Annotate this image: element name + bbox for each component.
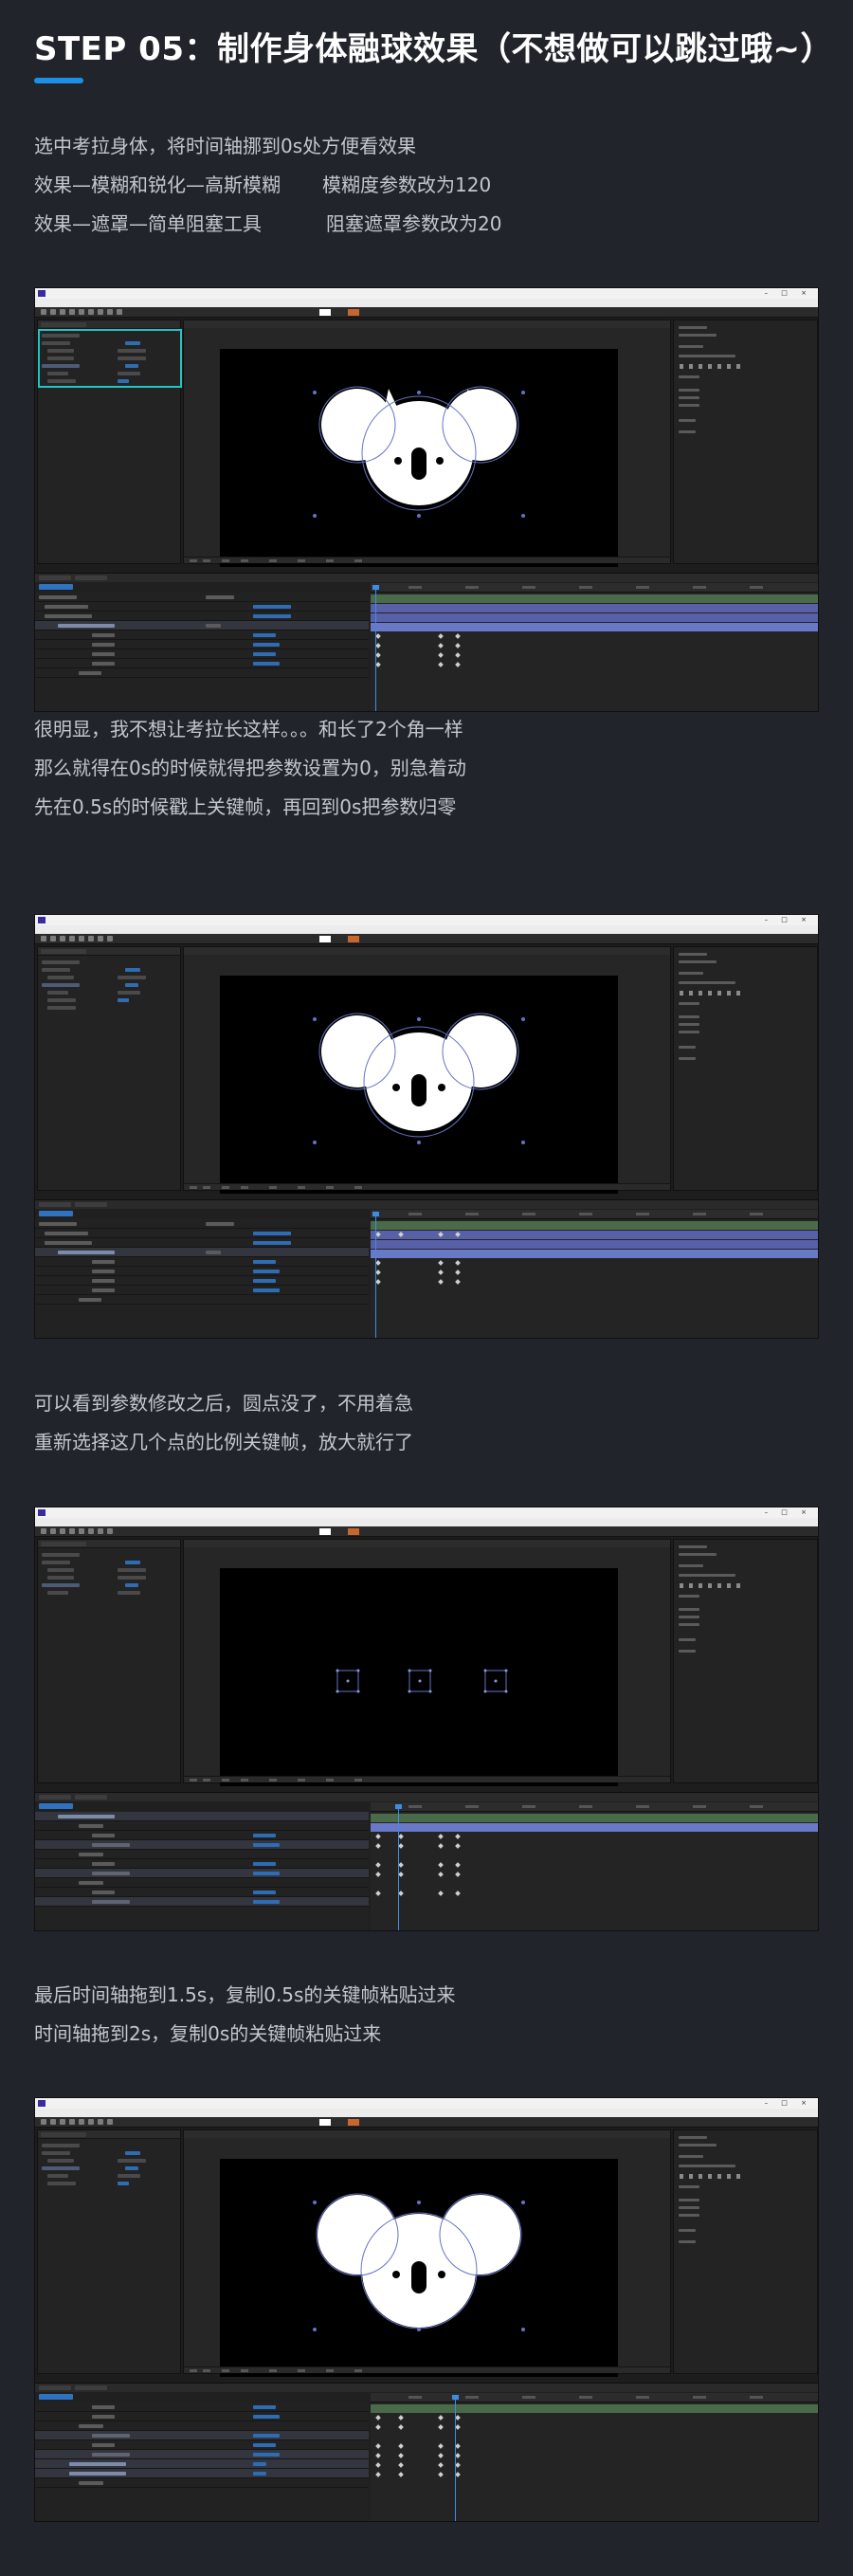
after-effects-icon <box>38 290 45 297</box>
window-controls-icon: – □ × <box>764 2099 812 2107</box>
instruction-step: 效果—遮罩—简单阻塞工具 <box>34 212 262 235</box>
instruction-line: 那么就得在0s的时候就得把参数设置为0，别急着动 <box>34 757 466 779</box>
scaled-down-dots <box>336 1669 508 1693</box>
instruction-value: 阻塞遮罩参数改为20 <box>326 212 502 235</box>
title-underline <box>34 78 83 83</box>
composition-viewer[interactable] <box>183 2129 671 2377</box>
timeline-panel[interactable] <box>35 573 818 711</box>
instruction-line: 最后时间轴拖到1.5s，复制0.5s的关键帧粘贴过来 <box>34 1983 456 2006</box>
instruction-value: 模糊度参数改为120 <box>322 174 492 196</box>
instruction-line: 重新选择这几个点的比例关键帧，放大就行了 <box>34 1431 413 1453</box>
instruction-line: 很明显，我不想让考拉长这样。。。和长了2个角一样 <box>34 718 463 740</box>
right-panels[interactable] <box>673 946 818 1191</box>
right-panels[interactable] <box>673 1539 818 1783</box>
ae-screenshot-1: – □ × <box>34 287 819 712</box>
current-time-display[interactable] <box>39 2394 73 2400</box>
instruction-line: 效果—模糊和锐化—高斯模糊 模糊度参数改为120 <box>34 166 501 205</box>
menu-bar[interactable] <box>35 299 818 307</box>
current-time-display[interactable] <box>39 584 73 590</box>
ae-screenshot-3: – □ × <box>34 1507 819 1931</box>
tool-bar[interactable] <box>35 2117 818 2128</box>
instruction-line: 可以看到参数修改之后，圆点没了，不用着急 <box>34 1392 413 1415</box>
after-effects-icon <box>38 917 45 923</box>
instruction-line: 效果—遮罩—简单阻塞工具 阻塞遮罩参数改为20 <box>34 205 501 244</box>
window-controls-icon: – □ × <box>764 916 812 923</box>
instruction-line: 时间轴拖到2s，复制0s的关键帧粘贴过来 <box>34 2022 382 2045</box>
current-time-display[interactable] <box>39 1803 73 1809</box>
instruction-paragraph-3: 可以看到参数修改之后，圆点没了，不用着急 重新选择这几个点的比例关键帧，放大就行… <box>34 1384 413 1462</box>
koala-artwork <box>313 2193 525 2331</box>
koala-artwork <box>313 1013 525 1144</box>
right-panels[interactable] <box>673 320 818 564</box>
window-controls-icon: – □ × <box>764 1508 812 1516</box>
koala-artwork <box>313 386 525 518</box>
tool-bar[interactable] <box>35 934 818 944</box>
timeline-panel[interactable] <box>35 1792 818 1930</box>
composition-viewer[interactable] <box>183 1539 671 1786</box>
composition-viewer[interactable] <box>183 320 671 567</box>
effect-controls-panel[interactable] <box>37 2129 181 2374</box>
ae-screenshot-4: – □ × <box>34 2097 819 2522</box>
selection-highlight <box>38 329 182 388</box>
instruction-paragraph-1: 选中考拉身体，将时间轴挪到0s处方便看效果 效果—模糊和锐化—高斯模糊 模糊度参数… <box>34 127 501 244</box>
timeline-panel[interactable] <box>35 1199 818 1338</box>
page-title: STEP 05：制作身体融球效果（不想做可以跳过哦~） <box>34 30 833 68</box>
menu-bar[interactable] <box>35 1518 818 1526</box>
current-time-display[interactable] <box>39 1211 73 1216</box>
effect-controls-panel[interactable] <box>37 1539 181 1783</box>
menu-bar[interactable] <box>35 2109 818 2117</box>
instruction-step: 效果—模糊和锐化—高斯模糊 <box>34 174 281 196</box>
instruction-paragraph-2: 很明显，我不想让考拉长这样。。。和长了2个角一样 那么就得在0s的时候就得把参数… <box>34 710 466 827</box>
instruction-line: 选中考拉身体，将时间轴挪到0s处方便看效果 <box>34 135 417 157</box>
instruction-line: 先在0.5s的时候戳上关键帧，再回到0s把参数归零 <box>34 795 457 818</box>
window-titlebar: – □ × <box>35 288 818 299</box>
after-effects-icon <box>38 1509 45 1516</box>
right-panels[interactable] <box>673 2129 818 2374</box>
effect-controls-panel[interactable] <box>37 320 182 564</box>
instruction-paragraph-4: 最后时间轴拖到1.5s，复制0.5s的关键帧粘贴过来 时间轴拖到2s，复制0s的… <box>34 1976 455 2054</box>
effect-controls-panel[interactable] <box>37 946 181 1191</box>
after-effects-icon <box>38 2100 45 2107</box>
window-controls-icon: – □ × <box>764 289 812 297</box>
menu-bar[interactable] <box>35 925 818 934</box>
tool-bar[interactable] <box>35 1526 818 1537</box>
composition-viewer[interactable] <box>183 946 671 1194</box>
timeline-panel[interactable] <box>35 2383 818 2521</box>
ae-screenshot-2: – □ × <box>34 914 819 1339</box>
tool-bar[interactable] <box>35 307 818 318</box>
